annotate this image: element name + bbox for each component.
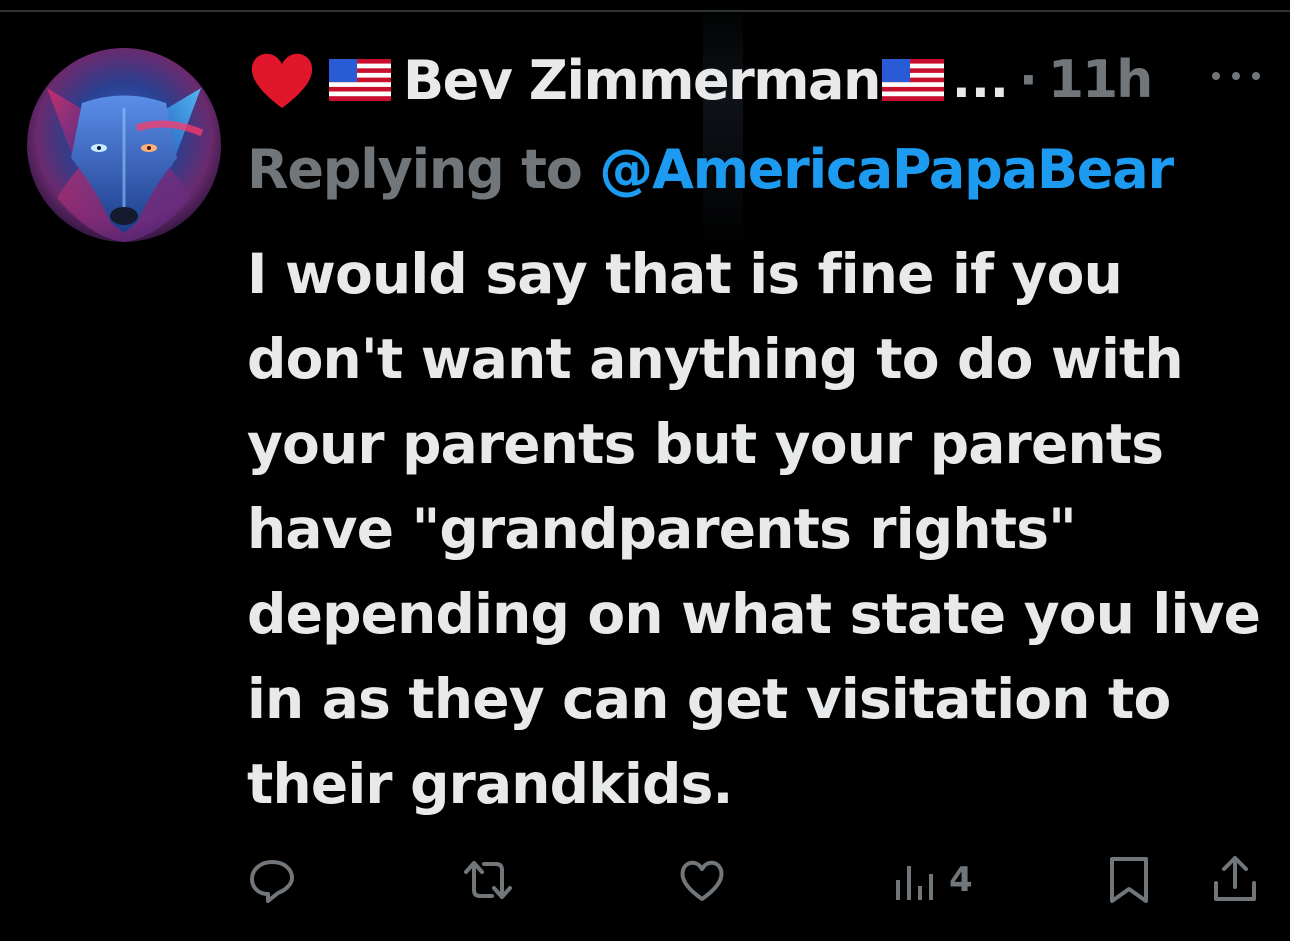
- bookmark-icon: [1110, 857, 1148, 903]
- reply-icon: [250, 860, 294, 903]
- reply-context: Replying to @AmericaPapaBear: [247, 138, 1174, 201]
- share-icon: [1214, 856, 1256, 901]
- share-button[interactable]: [1211, 848, 1259, 912]
- tweet-body-line: in as they can get visitation to: [247, 667, 1171, 731]
- us-flag-icon: [329, 59, 391, 101]
- reply-button[interactable]: [248, 848, 296, 912]
- tweet-body-line: I would say that is fine if you: [247, 242, 1123, 306]
- reply-prefix: Replying to: [247, 138, 600, 201]
- avatar[interactable]: [27, 48, 221, 242]
- analytics-icon: [896, 866, 933, 900]
- tweet-header: Bev Zimmerman ... · 11h: [247, 42, 1153, 118]
- heart-outline-icon: [680, 860, 724, 901]
- tweet-timestamp[interactable]: 11h: [1048, 50, 1153, 110]
- background-glow: [703, 0, 743, 250]
- like-button[interactable]: [678, 848, 726, 912]
- tweet-body-line: don't want anything to do with: [247, 327, 1184, 391]
- top-divider: [0, 10, 1290, 12]
- tweet-body-line: your parents but your parents: [247, 412, 1164, 476]
- views-button[interactable]: 4: [893, 848, 973, 912]
- tweet-body: I would say that is fine if you don't wa…: [247, 232, 1272, 827]
- more-button[interactable]: [1208, 64, 1264, 88]
- more-horizontal-icon: [1212, 72, 1260, 80]
- tweet-body-line: have "grandparents rights": [247, 497, 1077, 561]
- views-count: 4: [949, 860, 973, 900]
- red-heart-icon: [251, 53, 313, 108]
- author-display-name[interactable]: Bev Zimmerman: [403, 49, 881, 112]
- repost-icon: [464, 861, 512, 899]
- tweet-body-line: depending on what state you live: [247, 582, 1261, 646]
- repost-button[interactable]: [458, 848, 518, 912]
- action-bar: 4: [0, 848, 1290, 912]
- separator-dot: ·: [1018, 51, 1038, 109]
- wolf-avatar-icon: [27, 48, 221, 242]
- reply-handle-link[interactable]: @AmericaPapaBear: [599, 138, 1174, 201]
- us-flag-icon: [881, 59, 944, 101]
- tweet-body-line: their grandkids.: [247, 752, 733, 816]
- name-truncation: ...: [951, 51, 1009, 109]
- bookmark-button[interactable]: [1108, 848, 1150, 912]
